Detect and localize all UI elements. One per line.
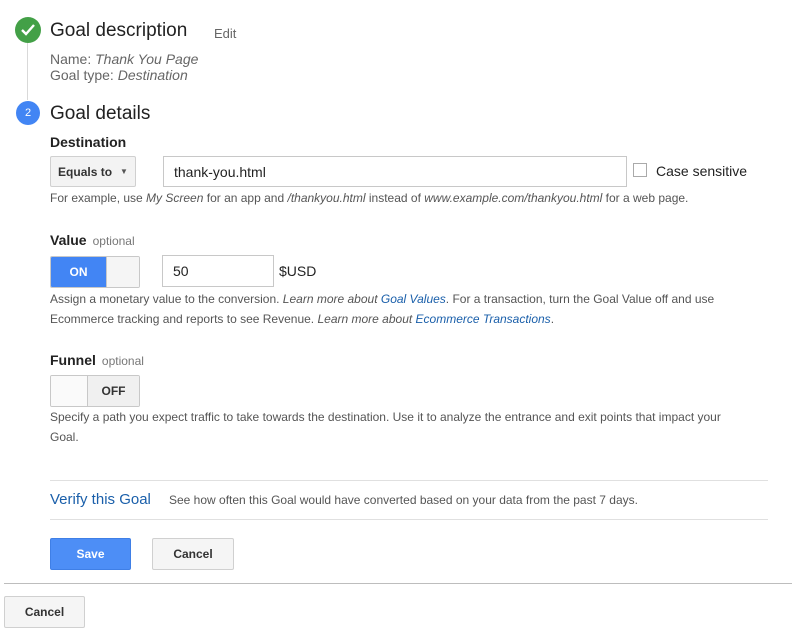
destination-help-text: For example, use My Screen for an app an… bbox=[50, 188, 688, 208]
value-help-text: Assign a monetary value to the conversio… bbox=[50, 289, 790, 329]
help-example-path: /thankyou.html bbox=[287, 191, 366, 205]
ecommerce-transactions-link[interactable]: Ecommerce Transactions bbox=[416, 312, 551, 326]
case-sensitive-label: Case sensitive bbox=[656, 163, 748, 179]
help-text-segment: Learn more about bbox=[282, 292, 381, 306]
destination-input[interactable]: thank-you.html bbox=[163, 156, 627, 187]
goal-details-heading: Goal details bbox=[50, 103, 151, 124]
goal-type-line: Goal type: Destination bbox=[50, 67, 188, 83]
match-type-dropdown[interactable]: Equals to ▼ bbox=[50, 156, 136, 187]
value-toggle[interactable]: ON bbox=[50, 256, 140, 288]
goal-values-link[interactable]: Goal Values bbox=[381, 292, 446, 306]
goal-type-prefix: Goal type: bbox=[50, 67, 118, 83]
step-number-badge: 2 bbox=[16, 101, 40, 125]
funnel-help-text: Specify a path you expect traffic to tak… bbox=[50, 407, 790, 447]
value-optional-tag: optional bbox=[92, 234, 135, 248]
funnel-help-line-2: Goal. bbox=[50, 430, 79, 444]
help-text-segment: for a web page. bbox=[602, 191, 689, 205]
cancel-button[interactable]: Cancel bbox=[152, 538, 234, 570]
help-example-url: www.example.com/thankyou.html bbox=[424, 191, 603, 205]
currency-label: $USD bbox=[279, 263, 317, 279]
goal-name-line: Name: Thank You Page bbox=[50, 51, 198, 67]
funnel-help-line-1: Specify a path you expect traffic to tak… bbox=[50, 410, 721, 424]
match-type-value: Equals to bbox=[58, 164, 113, 179]
toggle-knob bbox=[51, 376, 88, 406]
dropdown-arrow-icon: ▼ bbox=[120, 167, 128, 176]
verify-description: See how often this Goal would have conve… bbox=[169, 493, 638, 507]
save-button[interactable]: Save bbox=[50, 538, 131, 570]
help-text-segment: Assign a monetary value to the conversio… bbox=[50, 292, 283, 306]
value-help-line-1: Assign a monetary value to the conversio… bbox=[50, 289, 790, 309]
help-text-segment: for an app and bbox=[203, 191, 288, 205]
verify-goal-link[interactable]: Verify this Goal bbox=[50, 491, 151, 508]
edit-description-link[interactable]: Edit bbox=[214, 26, 236, 41]
funnel-label: Funnel optional bbox=[50, 352, 144, 368]
value-help-line-2: Ecommerce tracking and reports to see Re… bbox=[50, 309, 790, 329]
goal-name-prefix: Name: bbox=[50, 51, 96, 67]
funnel-optional-tag: optional bbox=[101, 354, 144, 368]
destination-label: Destination bbox=[50, 134, 127, 150]
step-connector-line bbox=[27, 40, 28, 100]
help-text-segment: For example, use bbox=[50, 191, 147, 205]
help-text-segment: Learn more about bbox=[317, 312, 416, 326]
funnel-label-text: Funnel bbox=[50, 352, 96, 368]
help-text-segment: . For a transaction, turn the Goal Value… bbox=[445, 292, 715, 306]
help-text-segment: Ecommerce tracking and reports to see Re… bbox=[50, 312, 318, 326]
funnel-toggle[interactable]: OFF bbox=[50, 375, 140, 407]
value-label: Value optional bbox=[50, 232, 135, 248]
goal-type-value: Destination bbox=[117, 67, 188, 83]
toggle-on-label: ON bbox=[51, 257, 106, 287]
help-example-app: My Screen bbox=[146, 191, 204, 205]
goal-name-value: Thank You Page bbox=[95, 51, 199, 67]
bottom-cancel-button[interactable]: Cancel bbox=[4, 596, 85, 628]
footer-divider bbox=[4, 583, 792, 584]
case-sensitive-checkbox[interactable] bbox=[633, 163, 647, 177]
verify-bottom-divider bbox=[50, 519, 768, 520]
goal-description-heading: Goal description bbox=[50, 20, 188, 41]
value-label-text: Value bbox=[50, 232, 87, 248]
help-text-segment: . bbox=[550, 312, 555, 326]
verify-top-divider bbox=[50, 480, 768, 481]
value-amount-input[interactable]: 50 bbox=[162, 255, 274, 287]
toggle-knob bbox=[106, 257, 139, 287]
help-text-segment: instead of bbox=[365, 191, 425, 205]
toggle-off-label: OFF bbox=[88, 376, 139, 406]
step-complete-check-icon bbox=[15, 17, 41, 43]
